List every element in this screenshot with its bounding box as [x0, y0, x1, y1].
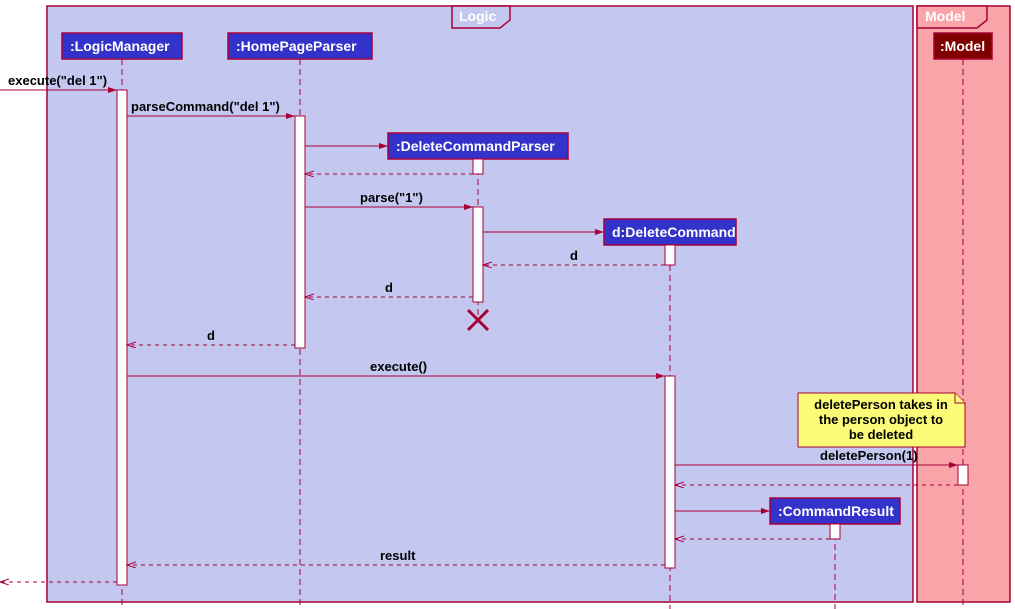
msg-parse-command-label: parseCommand("del 1") [131, 99, 280, 114]
activation-delete-command-1 [665, 245, 675, 265]
msg-delete-person-label: deletePerson(1) [820, 448, 918, 463]
svg-text::CommandResult: :CommandResult [778, 503, 894, 519]
activation-model [958, 465, 968, 485]
msg-execute-call-label: execute() [370, 359, 427, 374]
svg-text::Model: :Model [940, 38, 985, 54]
participant-home-page-parser: :HomePageParser [228, 33, 372, 59]
participant-model: :Model [934, 33, 992, 59]
activation-logic-manager [117, 90, 127, 585]
msg-d-ret1-label: d [570, 248, 578, 263]
sequence-diagram: Logic Model :LogicManager :HomePageParse… [0, 0, 1015, 609]
msg-d-ret3-label: d [207, 328, 215, 343]
participant-command-result: :CommandResult [770, 498, 900, 524]
svg-text:the person object to: the person object to [819, 412, 943, 427]
participant-logic-manager: :LogicManager [62, 33, 182, 59]
svg-text::DeleteCommandParser: :DeleteCommandParser [396, 138, 555, 154]
msg-d-ret2-label: d [385, 280, 393, 295]
activation-delete-command-2 [665, 376, 675, 568]
participant-delete-command-parser: :DeleteCommandParser [388, 133, 568, 159]
participant-delete-command: d:DeleteCommand [604, 219, 736, 245]
activation-home-page-parser [295, 116, 305, 348]
activation-command-result [830, 524, 840, 539]
activation-dcp-1 [473, 159, 483, 174]
frame-model-label: Model [925, 8, 965, 24]
msg-execute-in-label: execute("del 1") [8, 73, 107, 88]
note-delete-person: deletePerson takes in the person object … [798, 393, 965, 447]
activation-dcp-2 [473, 207, 483, 302]
svg-text::LogicManager: :LogicManager [70, 38, 170, 54]
svg-text:be deleted: be deleted [849, 427, 913, 442]
svg-text:deletePerson takes in: deletePerson takes in [814, 397, 948, 412]
svg-text::HomePageParser: :HomePageParser [236, 38, 357, 54]
svg-text:d:DeleteCommand: d:DeleteCommand [612, 224, 736, 240]
msg-result-label: result [380, 548, 416, 563]
msg-parse-label: parse("1") [360, 190, 423, 205]
frame-logic-label: Logic [459, 8, 497, 24]
